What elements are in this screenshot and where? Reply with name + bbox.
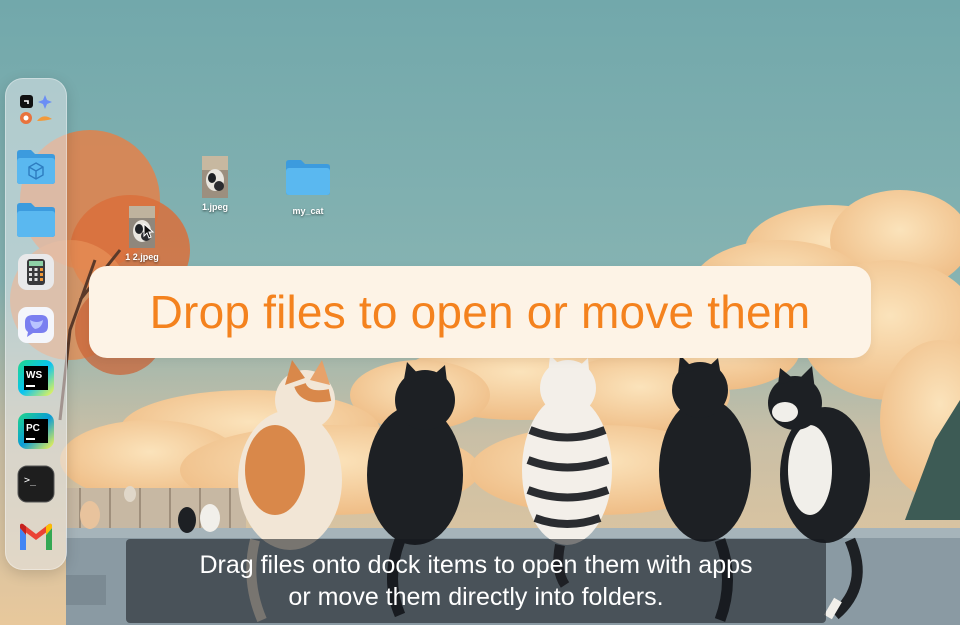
drop-files-banner: Drop files to open or move them — [89, 266, 871, 358]
image-thumbnail-icon — [129, 206, 155, 248]
banner-title: Drop files to open or move them — [149, 286, 811, 338]
calculator-icon[interactable] — [15, 251, 57, 293]
pycharm-text: PC — [26, 423, 40, 434]
folder-icon[interactable] — [15, 198, 57, 240]
folder-icon — [286, 160, 330, 195]
dock: WS PC >_ — [5, 78, 67, 570]
chat-app-icon[interactable] — [15, 304, 57, 346]
folder-app-icon[interactable] — [15, 145, 57, 187]
desktop-file-1-2-jpeg[interactable]: 1 2.jpeg — [107, 206, 177, 262]
desktop-folder-label: my_cat — [292, 206, 324, 216]
desktop-file-label: 1.jpeg — [201, 202, 228, 212]
app-launcher-group-icon[interactable] — [15, 90, 57, 132]
caption-line-1: Drag files onto dock items to open them … — [199, 551, 753, 579]
webstorm-icon[interactable]: WS — [15, 357, 57, 399]
terminal-text: >_ — [24, 475, 37, 486]
caption-subtitle: Drag files onto dock items to open them … — [126, 539, 826, 623]
image-thumbnail-icon — [202, 156, 228, 198]
desktop-folder-my-cat[interactable]: my_cat — [273, 158, 343, 216]
terminal-icon[interactable]: >_ — [15, 463, 57, 505]
desktop-file-label: 1 2.jpeg — [125, 252, 159, 262]
webstorm-text: WS — [26, 370, 42, 381]
gmail-icon[interactable] — [15, 516, 57, 558]
caption-line-2: or move them directly into folders. — [288, 583, 664, 611]
pycharm-icon[interactable]: PC — [15, 410, 57, 452]
desktop-file-1-jpeg[interactable]: 1.jpeg — [180, 156, 250, 212]
